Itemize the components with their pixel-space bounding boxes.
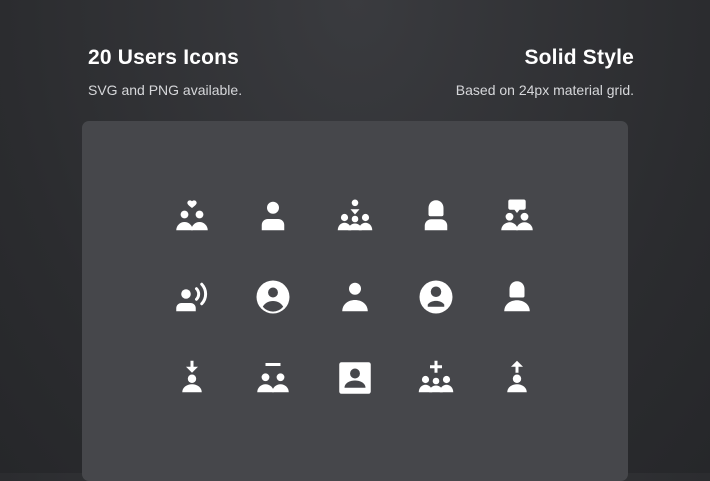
page-subtitle: SVG and PNG available. [88, 82, 243, 98]
user-upload-icon [497, 358, 537, 398]
user-circle-icon [253, 277, 293, 317]
page-title: 20 Users Icons [88, 46, 240, 69]
user-icon [253, 196, 293, 236]
user-alt-icon [335, 277, 375, 317]
header-right: Solid Style Based on 24px material grid. [456, 44, 634, 100]
header-left: 20 Users Icons SVG and PNG available. [88, 44, 242, 100]
user-female-alt-icon [497, 277, 537, 317]
user-voice-icon [172, 277, 212, 317]
user-circle-alt-icon [416, 277, 456, 317]
users-add-icon [416, 358, 456, 398]
users-chat-icon [497, 196, 537, 236]
users-network-icon [335, 196, 375, 236]
users-remove-icon [253, 358, 293, 398]
user-download-icon [172, 358, 212, 398]
style-subtitle: Based on 24px material grid. [455, 82, 634, 98]
style-title: Solid Style [524, 46, 634, 69]
icon-panel [82, 121, 628, 481]
user-square-icon [335, 358, 375, 398]
users-heart-icon [172, 196, 212, 236]
user-female-icon [416, 196, 456, 236]
